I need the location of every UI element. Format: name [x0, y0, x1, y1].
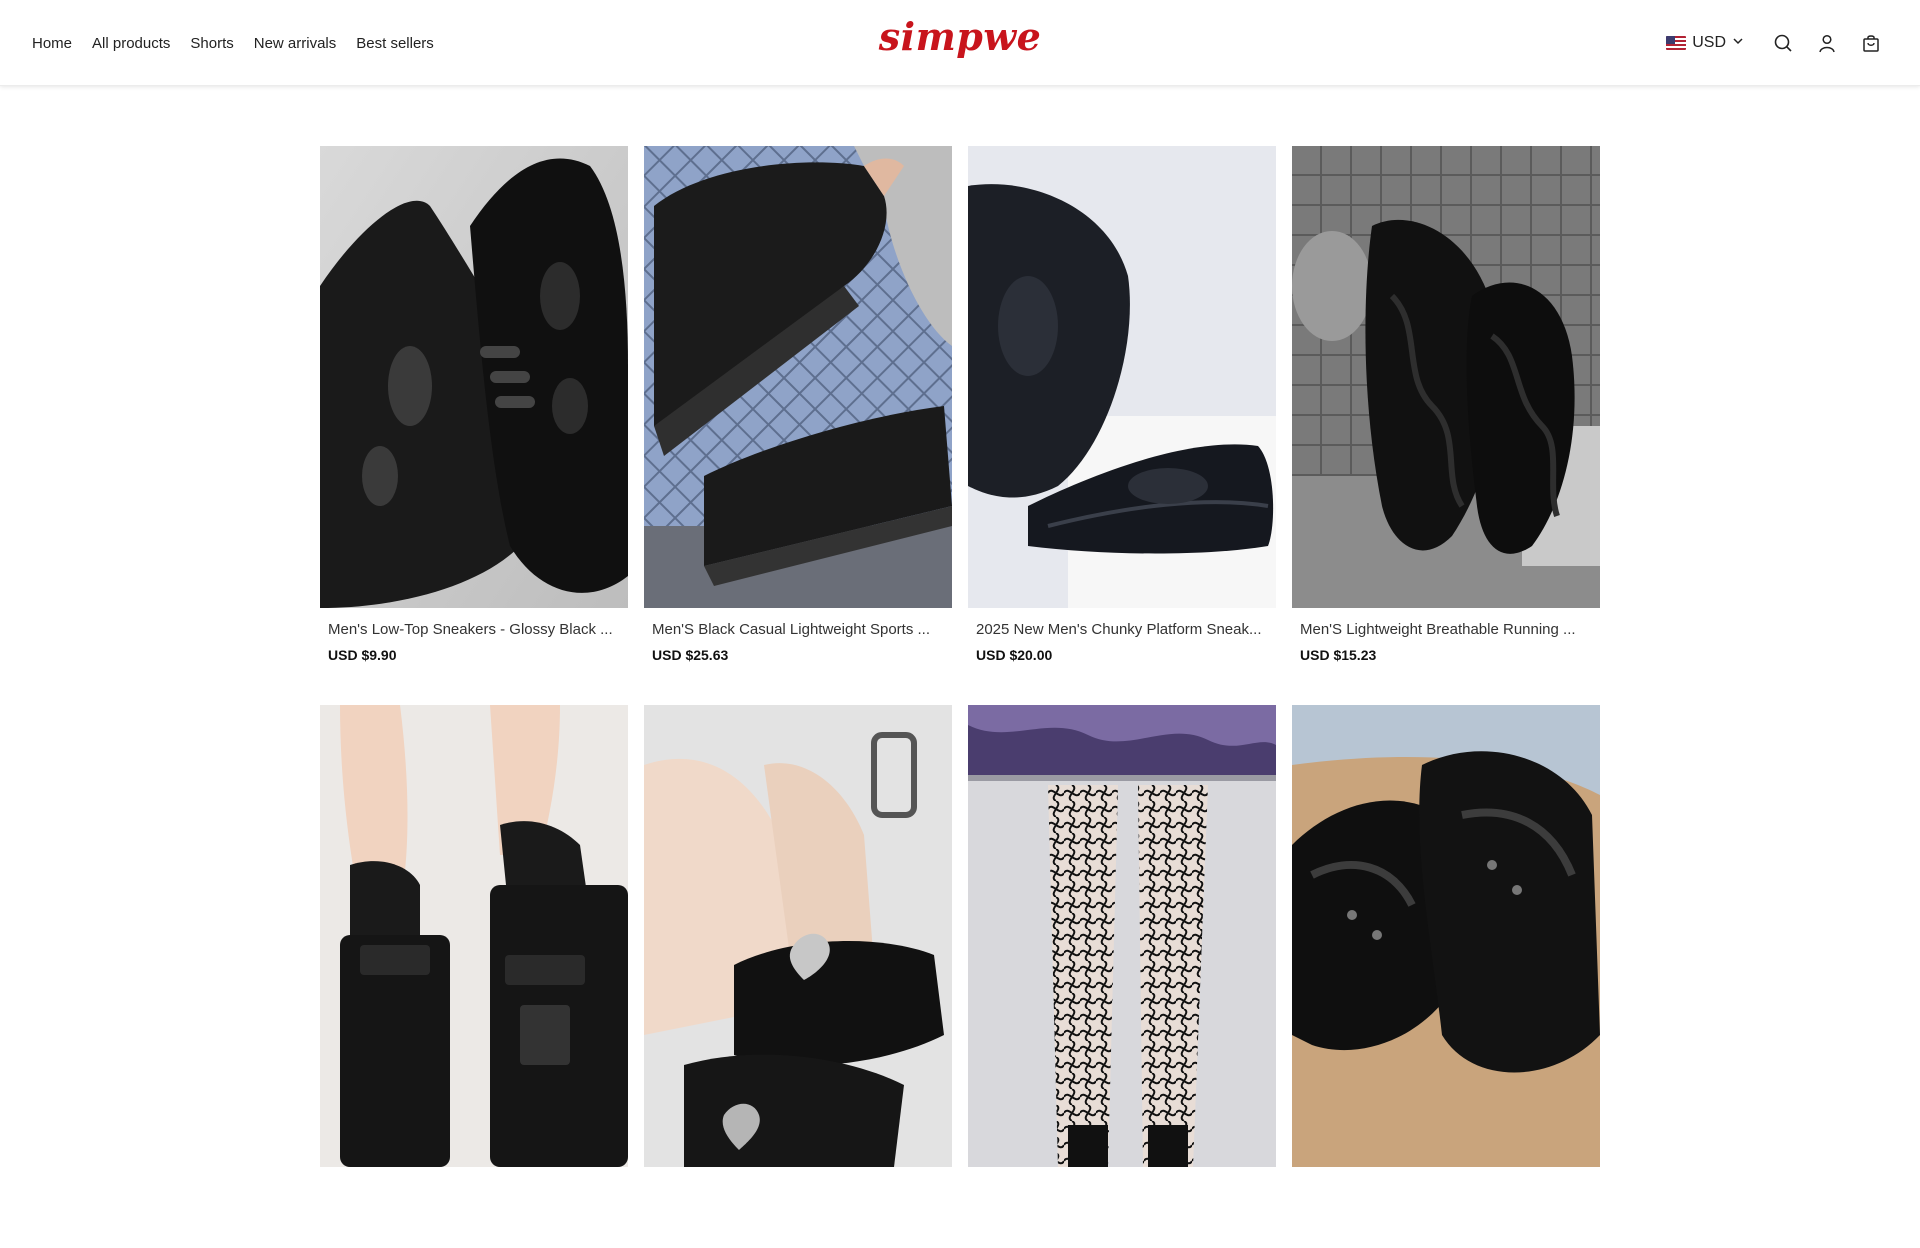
product-image[interactable] [968, 705, 1276, 1167]
product-card[interactable]: Men'S Lightweight Breathable Running ...… [1292, 146, 1600, 689]
product-card[interactable]: Men'S Black Casual Lightweight Sports ..… [644, 146, 952, 689]
product-image[interactable] [644, 705, 952, 1167]
header-tools: USD [1666, 0, 1882, 86]
product-card[interactable]: Men's Low-Top Sneakers - Glossy Black ..… [320, 146, 628, 689]
product-price: USD $25.63 [652, 647, 729, 663]
product-card[interactable] [968, 705, 1276, 1248]
chevron-down-icon [1732, 34, 1744, 52]
site-header: Home All products Shorts New arrivals Be… [0, 0, 1920, 86]
product-info [644, 1167, 952, 1248]
product-image[interactable] [320, 705, 628, 1167]
product-title[interactable]: Men's Low-Top Sneakers - Glossy Black ..… [328, 620, 620, 640]
product-image[interactable] [320, 146, 628, 608]
nav-new-arrivals[interactable]: New arrivals [254, 35, 337, 52]
product-title[interactable]: Men'S Lightweight Breathable Running ... [1300, 620, 1592, 640]
product-info [320, 1167, 628, 1248]
product-card[interactable] [644, 705, 952, 1248]
currency-label: USD [1692, 34, 1726, 51]
nav-shorts[interactable]: Shorts [190, 35, 233, 52]
product-info: Men'S Black Casual Lightweight Sports ..… [644, 608, 952, 689]
product-info: Men'S Lightweight Breathable Running ...… [1292, 608, 1600, 689]
product-title[interactable]: Men'S Black Casual Lightweight Sports ..… [652, 620, 944, 640]
product-price: USD $15.23 [1300, 647, 1377, 663]
product-info [968, 1167, 1276, 1248]
nav-all-products[interactable]: All products [92, 35, 170, 52]
product-price: USD $20.00 [976, 647, 1053, 663]
brand-logo[interactable]: simpwe [879, 14, 1042, 59]
product-card[interactable] [1292, 705, 1600, 1248]
cart-icon[interactable] [1860, 32, 1882, 54]
main-nav: Home All products Shorts New arrivals Be… [32, 0, 434, 86]
product-price: USD $9.90 [328, 647, 397, 663]
nav-home[interactable]: Home [32, 35, 72, 52]
product-info: 2025 New Men's Chunky Platform Sneak... … [968, 608, 1276, 689]
product-title[interactable]: 2025 New Men's Chunky Platform Sneak... [976, 620, 1268, 640]
product-info [1292, 1167, 1600, 1248]
product-image[interactable] [968, 146, 1276, 608]
product-image[interactable] [1292, 705, 1600, 1167]
nav-best-sellers[interactable]: Best sellers [356, 35, 434, 52]
product-image[interactable] [1292, 146, 1600, 608]
search-icon[interactable] [1772, 32, 1794, 54]
currency-selector[interactable]: USD [1666, 34, 1744, 52]
product-card[interactable]: 2025 New Men's Chunky Platform Sneak... … [968, 146, 1276, 689]
product-card[interactable] [320, 705, 628, 1248]
account-icon[interactable] [1816, 32, 1838, 54]
product-grid: Men's Low-Top Sneakers - Glossy Black ..… [320, 146, 1600, 1248]
product-info: Men's Low-Top Sneakers - Glossy Black ..… [320, 608, 628, 689]
product-image[interactable] [644, 146, 952, 608]
us-flag-icon [1666, 36, 1687, 50]
